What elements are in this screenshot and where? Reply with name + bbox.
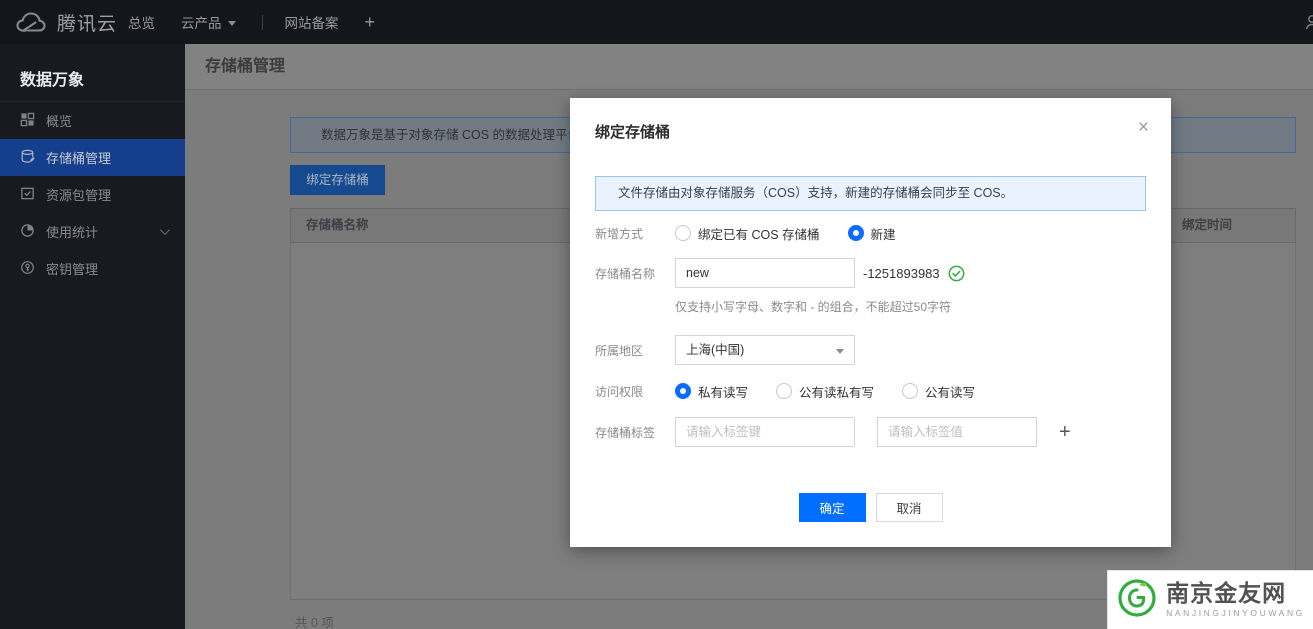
appid-suffix: -1251893983 bbox=[863, 266, 940, 281]
tag-value-input[interactable] bbox=[877, 417, 1037, 447]
radio-on-icon bbox=[675, 383, 691, 399]
bind-bucket-modal: 绑定存储桶 × 文件存储由对象存储服务（COS）支持，新建的存储桶会同步至 CO… bbox=[570, 98, 1171, 547]
top-navbar: 腾讯云 总览 云产品 网站备案 + bbox=[0, 0, 1313, 44]
radio-off-icon bbox=[902, 383, 918, 399]
watermark-badge: 南京金友网 NANJINGJINYOUWANG bbox=[1107, 570, 1313, 629]
cos-info-banner: 文件存储由对象存储服务（COS）支持，新建的存储桶会同步至 COS。 bbox=[595, 176, 1146, 211]
modal-footer: 确定 取消 bbox=[570, 493, 1171, 522]
radio-off-icon bbox=[776, 383, 792, 399]
nav-item-icp[interactable]: 网站备案 bbox=[285, 12, 339, 32]
sidebar-item-bucket-management[interactable]: 存储桶管理 bbox=[0, 139, 185, 176]
add-tag-icon[interactable]: + bbox=[1059, 421, 1071, 444]
radio-off-icon bbox=[675, 225, 691, 241]
tag-key-input[interactable] bbox=[675, 417, 855, 447]
bind-bucket-button[interactable]: 绑定存储桶 bbox=[290, 165, 385, 195]
sidebar-item-resource-pack[interactable]: 资源包管理 bbox=[0, 176, 185, 213]
account-icon[interactable] bbox=[1305, 12, 1313, 32]
select-caret-icon bbox=[836, 349, 844, 354]
sidebar-item-overview[interactable]: 概览 bbox=[0, 102, 185, 139]
watermark-logo-icon bbox=[1116, 577, 1158, 624]
field-label: 存储桶标签 bbox=[595, 424, 675, 441]
nav-add-tab-button[interactable]: + bbox=[365, 12, 376, 33]
page-title: 存储桶管理 bbox=[185, 44, 1313, 90]
pagination-total: 共 0 项 bbox=[295, 612, 334, 629]
pie-chart-icon bbox=[20, 223, 35, 241]
radio-on-icon bbox=[848, 225, 864, 241]
package-icon bbox=[20, 186, 35, 204]
region-select[interactable]: 上海(中国) bbox=[675, 335, 855, 365]
field-label: 访问权限 bbox=[595, 383, 675, 400]
form-row-tags: 存储桶标签 + bbox=[595, 417, 1146, 447]
cancel-button[interactable]: 取消 bbox=[876, 493, 943, 522]
sidebar-item-key-management[interactable]: 密钥管理 bbox=[0, 250, 185, 287]
close-icon[interactable]: × bbox=[1138, 118, 1149, 137]
sidebar: 数据万象 概览 存储桶管理 资源包管理 使用统计 密钥管理 bbox=[0, 44, 185, 629]
overview-grid-icon bbox=[20, 112, 35, 130]
nav-item-overview[interactable]: 总览 bbox=[128, 12, 155, 32]
modal-title: 绑定存储桶 bbox=[595, 121, 670, 142]
nav-divider bbox=[262, 15, 263, 30]
form-row-add-mode: 新增方式 绑定已有 COS 存储桶 新建 bbox=[595, 223, 1146, 243]
nav-item-products[interactable]: 云产品 bbox=[181, 12, 236, 32]
radio-create-new[interactable]: 新建 bbox=[848, 224, 896, 243]
radio-public-rw[interactable]: 公有读写 bbox=[902, 382, 975, 401]
sidebar-item-usage-stats[interactable]: 使用统计 bbox=[0, 213, 185, 250]
tencent-cloud-logo[interactable]: 腾讯云 bbox=[14, 0, 117, 44]
top-menu: 总览 云产品 网站备案 + bbox=[128, 0, 401, 44]
radio-private-rw[interactable]: 私有读写 bbox=[675, 382, 748, 401]
form-row-bucket-name: 存储桶名称 -1251893983 bbox=[595, 258, 1146, 288]
key-icon bbox=[20, 260, 35, 278]
chevron-down-icon bbox=[228, 21, 236, 26]
field-label: 新增方式 bbox=[595, 225, 675, 242]
watermark-en-text: NANJINGJINYOUWANG bbox=[1166, 608, 1305, 618]
radio-bind-existing-cos[interactable]: 绑定已有 COS 存储桶 bbox=[675, 224, 820, 243]
bucket-name-input[interactable] bbox=[675, 258, 855, 288]
column-bind-time: 绑定时间 bbox=[1182, 209, 1295, 242]
sidebar-service-title: 数据万象 bbox=[0, 44, 185, 102]
radio-public-read-private-write[interactable]: 公有读私有写 bbox=[776, 382, 874, 401]
field-label: 存储桶名称 bbox=[595, 265, 675, 282]
bucket-icon bbox=[20, 149, 35, 167]
bucket-name-helper-text: 仅支持小写字母、数字和 - 的组合，不能超过50字符 bbox=[675, 298, 951, 315]
confirm-button[interactable]: 确定 bbox=[799, 493, 866, 522]
chevron-down-icon[interactable] bbox=[160, 225, 170, 235]
field-label: 所属地区 bbox=[595, 342, 675, 359]
brand-name: 腾讯云 bbox=[57, 9, 117, 36]
form-row-region: 所属地区 上海(中国) bbox=[595, 335, 1146, 365]
form-row-access: 访问权限 私有读写 公有读私有写 公有读写 bbox=[595, 381, 1146, 401]
cloud-logo-icon bbox=[14, 10, 48, 34]
watermark-cn-text: 南京金友网 bbox=[1166, 582, 1305, 605]
valid-check-icon bbox=[948, 265, 965, 282]
